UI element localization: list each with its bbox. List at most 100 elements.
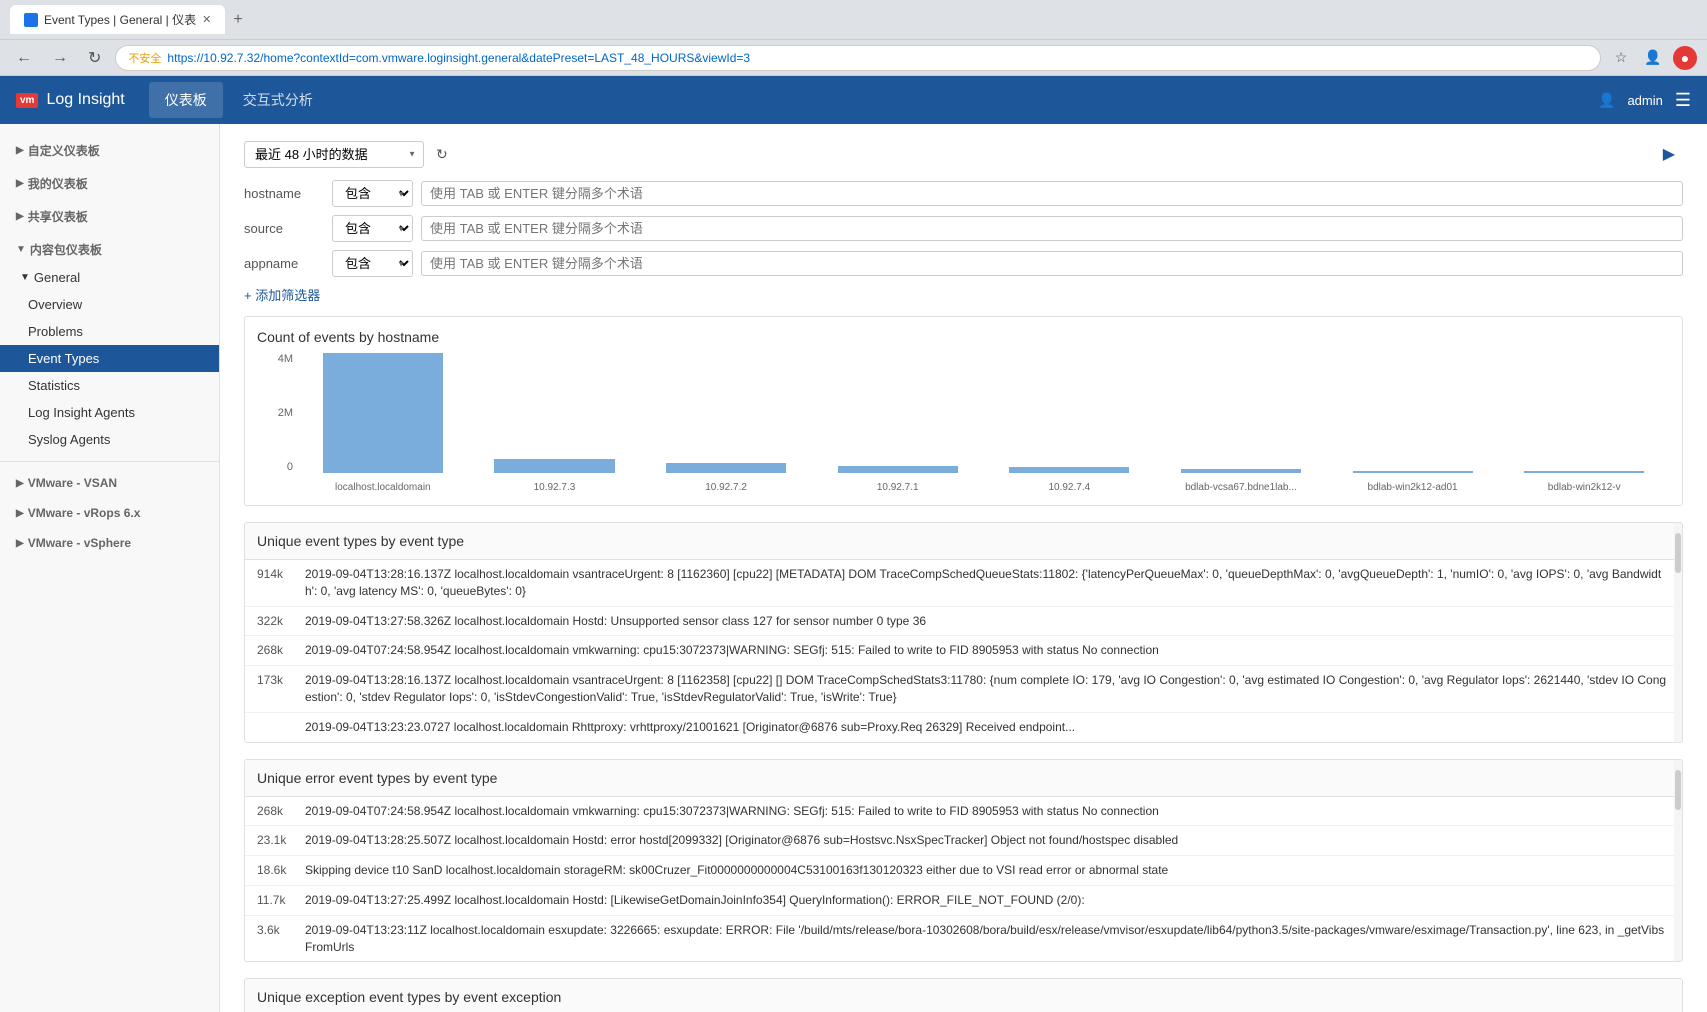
forward-button[interactable]: → [46, 47, 74, 69]
chevron-down-general-icon: ▼ [20, 272, 30, 283]
chart-area: 4M 2M 0 localhost.localdomain10.92.7.310… [257, 353, 1670, 493]
sidebar-item-syslog-agents[interactable]: Syslog Agents [0, 426, 219, 453]
sidebar-group-vsphere-label: VMware - vSphere [28, 536, 131, 550]
username-label: admin [1627, 93, 1662, 108]
chart-bar-group [1498, 353, 1670, 473]
sidebar-item-general[interactable]: ▼ General [0, 264, 219, 291]
chart-x-label: 10.92.7.4 [984, 482, 1156, 493]
event-row[interactable]: 2019-09-04T13:23:23.0727 localhost.local… [245, 713, 1682, 742]
top-nav: vm Log Insight 仪表板 交互式分析 👤 admin ☰ [0, 76, 1707, 124]
event-text: 2019-09-04T13:28:16.137Z localhost.local… [305, 672, 1670, 706]
bookmark-icon[interactable]: ☆ [1609, 46, 1633, 70]
chart-bar-group [812, 353, 984, 473]
refresh-data-button[interactable]: ↻ [432, 142, 452, 167]
chart-bar [1524, 471, 1644, 473]
filter-appname-op[interactable]: 包含 [332, 250, 413, 277]
chart-bar-group [297, 353, 469, 473]
sidebar-group-vsan-label: VMware - VSAN [28, 476, 117, 490]
address-bar-row: ← → ↻ 不安全 https://10.92.7.32/home?contex… [0, 40, 1707, 76]
nav-tab-interactive[interactable]: 交互式分析 [227, 82, 329, 118]
sidebar-group-custom-label: 自定义仪表板 [28, 142, 100, 159]
sidebar-item-log-insight-agents[interactable]: Log Insight Agents [0, 399, 219, 426]
chart-x-label: bdlab-vcsa67.bdne1lab... [1155, 482, 1327, 493]
profile-icon[interactable]: 👤 [1641, 46, 1665, 70]
chevron-right-icon: ▶ [16, 145, 24, 156]
chart-x-label: 10.92.7.1 [812, 482, 984, 493]
unique-events-scrollbar[interactable] [1674, 523, 1682, 742]
time-dropdown[interactable]: 最近 48 小时的数据 [244, 141, 424, 168]
unique-error-events-rows: 268k2019-09-04T07:24:58.954Z localhost.l… [245, 797, 1682, 962]
nav-tab-dashboard[interactable]: 仪表板 [149, 82, 223, 118]
event-row[interactable]: 322k2019-09-04T13:27:58.326Z localhost.l… [245, 607, 1682, 637]
chart-x-label: localhost.localdomain [297, 482, 469, 493]
address-bar[interactable]: 不安全 https://10.92.7.32/home?contextId=co… [115, 45, 1601, 71]
sidebar-divider-1 [0, 461, 219, 462]
unique-error-events-scrollbar[interactable] [1674, 760, 1682, 962]
sidebar-group-content-label: 内容包仪表板 [30, 241, 102, 258]
sidebar-group-my-header[interactable]: ▶ 我的仪表板 [0, 169, 219, 198]
unique-events-scrollbar-thumb [1675, 533, 1681, 573]
filter-source-op[interactable]: 包含 [332, 215, 413, 242]
chevron-right-vsan-icon: ▶ [16, 478, 24, 489]
event-count: 23.1k [257, 832, 305, 849]
refresh-button[interactable]: ↻ [82, 46, 107, 70]
sidebar-group-content-header[interactable]: ▼ 内容包仪表板 [0, 235, 219, 264]
time-dropdown-wrap: 最近 48 小时的数据 [244, 141, 424, 168]
main-layout: ▶ 自定义仪表板 ▶ 我的仪表板 ▶ 共享仪表板 ▼ 内容包仪表板 [0, 124, 1707, 1012]
export-button[interactable]: ▶ [1655, 140, 1683, 168]
event-row[interactable]: 18.6kSkipping device t10 SanD localhost.… [245, 856, 1682, 886]
chart-y-axis: 4M 2M 0 [257, 353, 297, 473]
filter-hostname-op[interactable]: 包含 [332, 180, 413, 207]
chevron-right-icon-3: ▶ [16, 211, 24, 222]
sidebar-group-vrops-header[interactable]: ▶ VMware - vRops 6.x [0, 500, 219, 526]
unique-exception-events-title: Unique exception event types by event ex… [245, 979, 1682, 1012]
add-filter-link[interactable]: 添加筛选器 [244, 285, 1683, 304]
event-row[interactable]: 914k2019-09-04T13:28:16.137Z localhost.l… [245, 560, 1682, 607]
sidebar-group-shared-header[interactable]: ▶ 共享仪表板 [0, 202, 219, 231]
chart-x-labels: localhost.localdomain10.92.7.310.92.7.21… [297, 482, 1670, 493]
chevron-right-vsphere-icon: ▶ [16, 538, 24, 549]
extension-icon[interactable]: ● [1673, 46, 1697, 70]
tab-close-button[interactable]: ✕ [202, 13, 211, 26]
url-display: https://10.92.7.32/home?contextId=com.vm… [167, 51, 750, 65]
sidebar-item-overview[interactable]: Overview [0, 291, 219, 318]
chart-bar-group [469, 353, 641, 473]
sidebar-group-vsan-header[interactable]: ▶ VMware - VSAN [0, 470, 219, 496]
hamburger-menu-icon[interactable]: ☰ [1675, 90, 1691, 111]
unique-exception-events-section: Unique exception event types by event ex… [244, 978, 1683, 1012]
unique-events-rows: 914k 2019-09-04T13:28:16.137Z localhost.l… [245, 560, 1682, 742]
y-label-4m: 4M [278, 353, 293, 365]
nav-right: 👤 admin ☰ [1598, 90, 1691, 111]
vm-logo: vm [16, 93, 38, 108]
event-row[interactable]: 173k2019-09-04T13:28:16.137Z localhost.l… [245, 666, 1682, 713]
filter-appname-input[interactable] [421, 251, 1683, 276]
event-row[interactable]: 11.7k2019-09-04T13:27:25.499Z localhost.… [245, 886, 1682, 916]
sidebar: ▶ 自定义仪表板 ▶ 我的仪表板 ▶ 共享仪表板 ▼ 内容包仪表板 [0, 124, 220, 1012]
chart-section: Count of events by hostname 4M 2M 0 loca [244, 316, 1683, 506]
event-row[interactable]: 3.6k2019-09-04T13:23:11Z localhost.local… [245, 916, 1682, 962]
sidebar-item-statistics[interactable]: Statistics [0, 372, 219, 399]
filter-appname-op-wrap: 包含 [332, 250, 413, 277]
event-count: 914k [257, 566, 305, 583]
back-button[interactable]: ← [10, 47, 38, 69]
filter-hostname-input[interactable] [421, 181, 1683, 206]
event-row[interactable]: 268k2019-09-04T07:24:58.954Z localhost.l… [245, 636, 1682, 666]
tab-title: Event Types | General | 仪表 [44, 11, 196, 28]
sidebar-group-custom-header[interactable]: ▶ 自定义仪表板 [0, 136, 219, 165]
sidebar-group-vsphere-header[interactable]: ▶ VMware - vSphere [0, 530, 219, 556]
browser-tab[interactable]: Event Types | General | 仪表 ✕ [10, 5, 225, 34]
sidebar-group-my: ▶ 我的仪表板 [0, 169, 219, 198]
filter-source-input[interactable] [421, 216, 1683, 241]
sidebar-item-problems[interactable]: Problems [0, 318, 219, 345]
sidebar-item-event-types[interactable]: Event Types [0, 345, 219, 372]
sidebar-group-vsphere: ▶ VMware - vSphere [0, 530, 219, 556]
unique-events-title: Unique event types by event type [245, 523, 1682, 560]
filter-row-source: source 包含 [244, 215, 1683, 242]
filter-row-appname: appname 包含 [244, 250, 1683, 277]
event-row[interactable]: 268k2019-09-04T07:24:58.954Z localhost.l… [245, 797, 1682, 827]
chart-bar-group [1155, 353, 1327, 473]
event-row[interactable]: 23.1k2019-09-04T13:28:25.507Z localhost.… [245, 826, 1682, 856]
event-text: 2019-09-04T13:23:11Z localhost.localdoma… [305, 922, 1670, 956]
new-tab-button[interactable]: + [233, 11, 242, 29]
event-text: Skipping device t10 SanD localhost.local… [305, 862, 1670, 879]
